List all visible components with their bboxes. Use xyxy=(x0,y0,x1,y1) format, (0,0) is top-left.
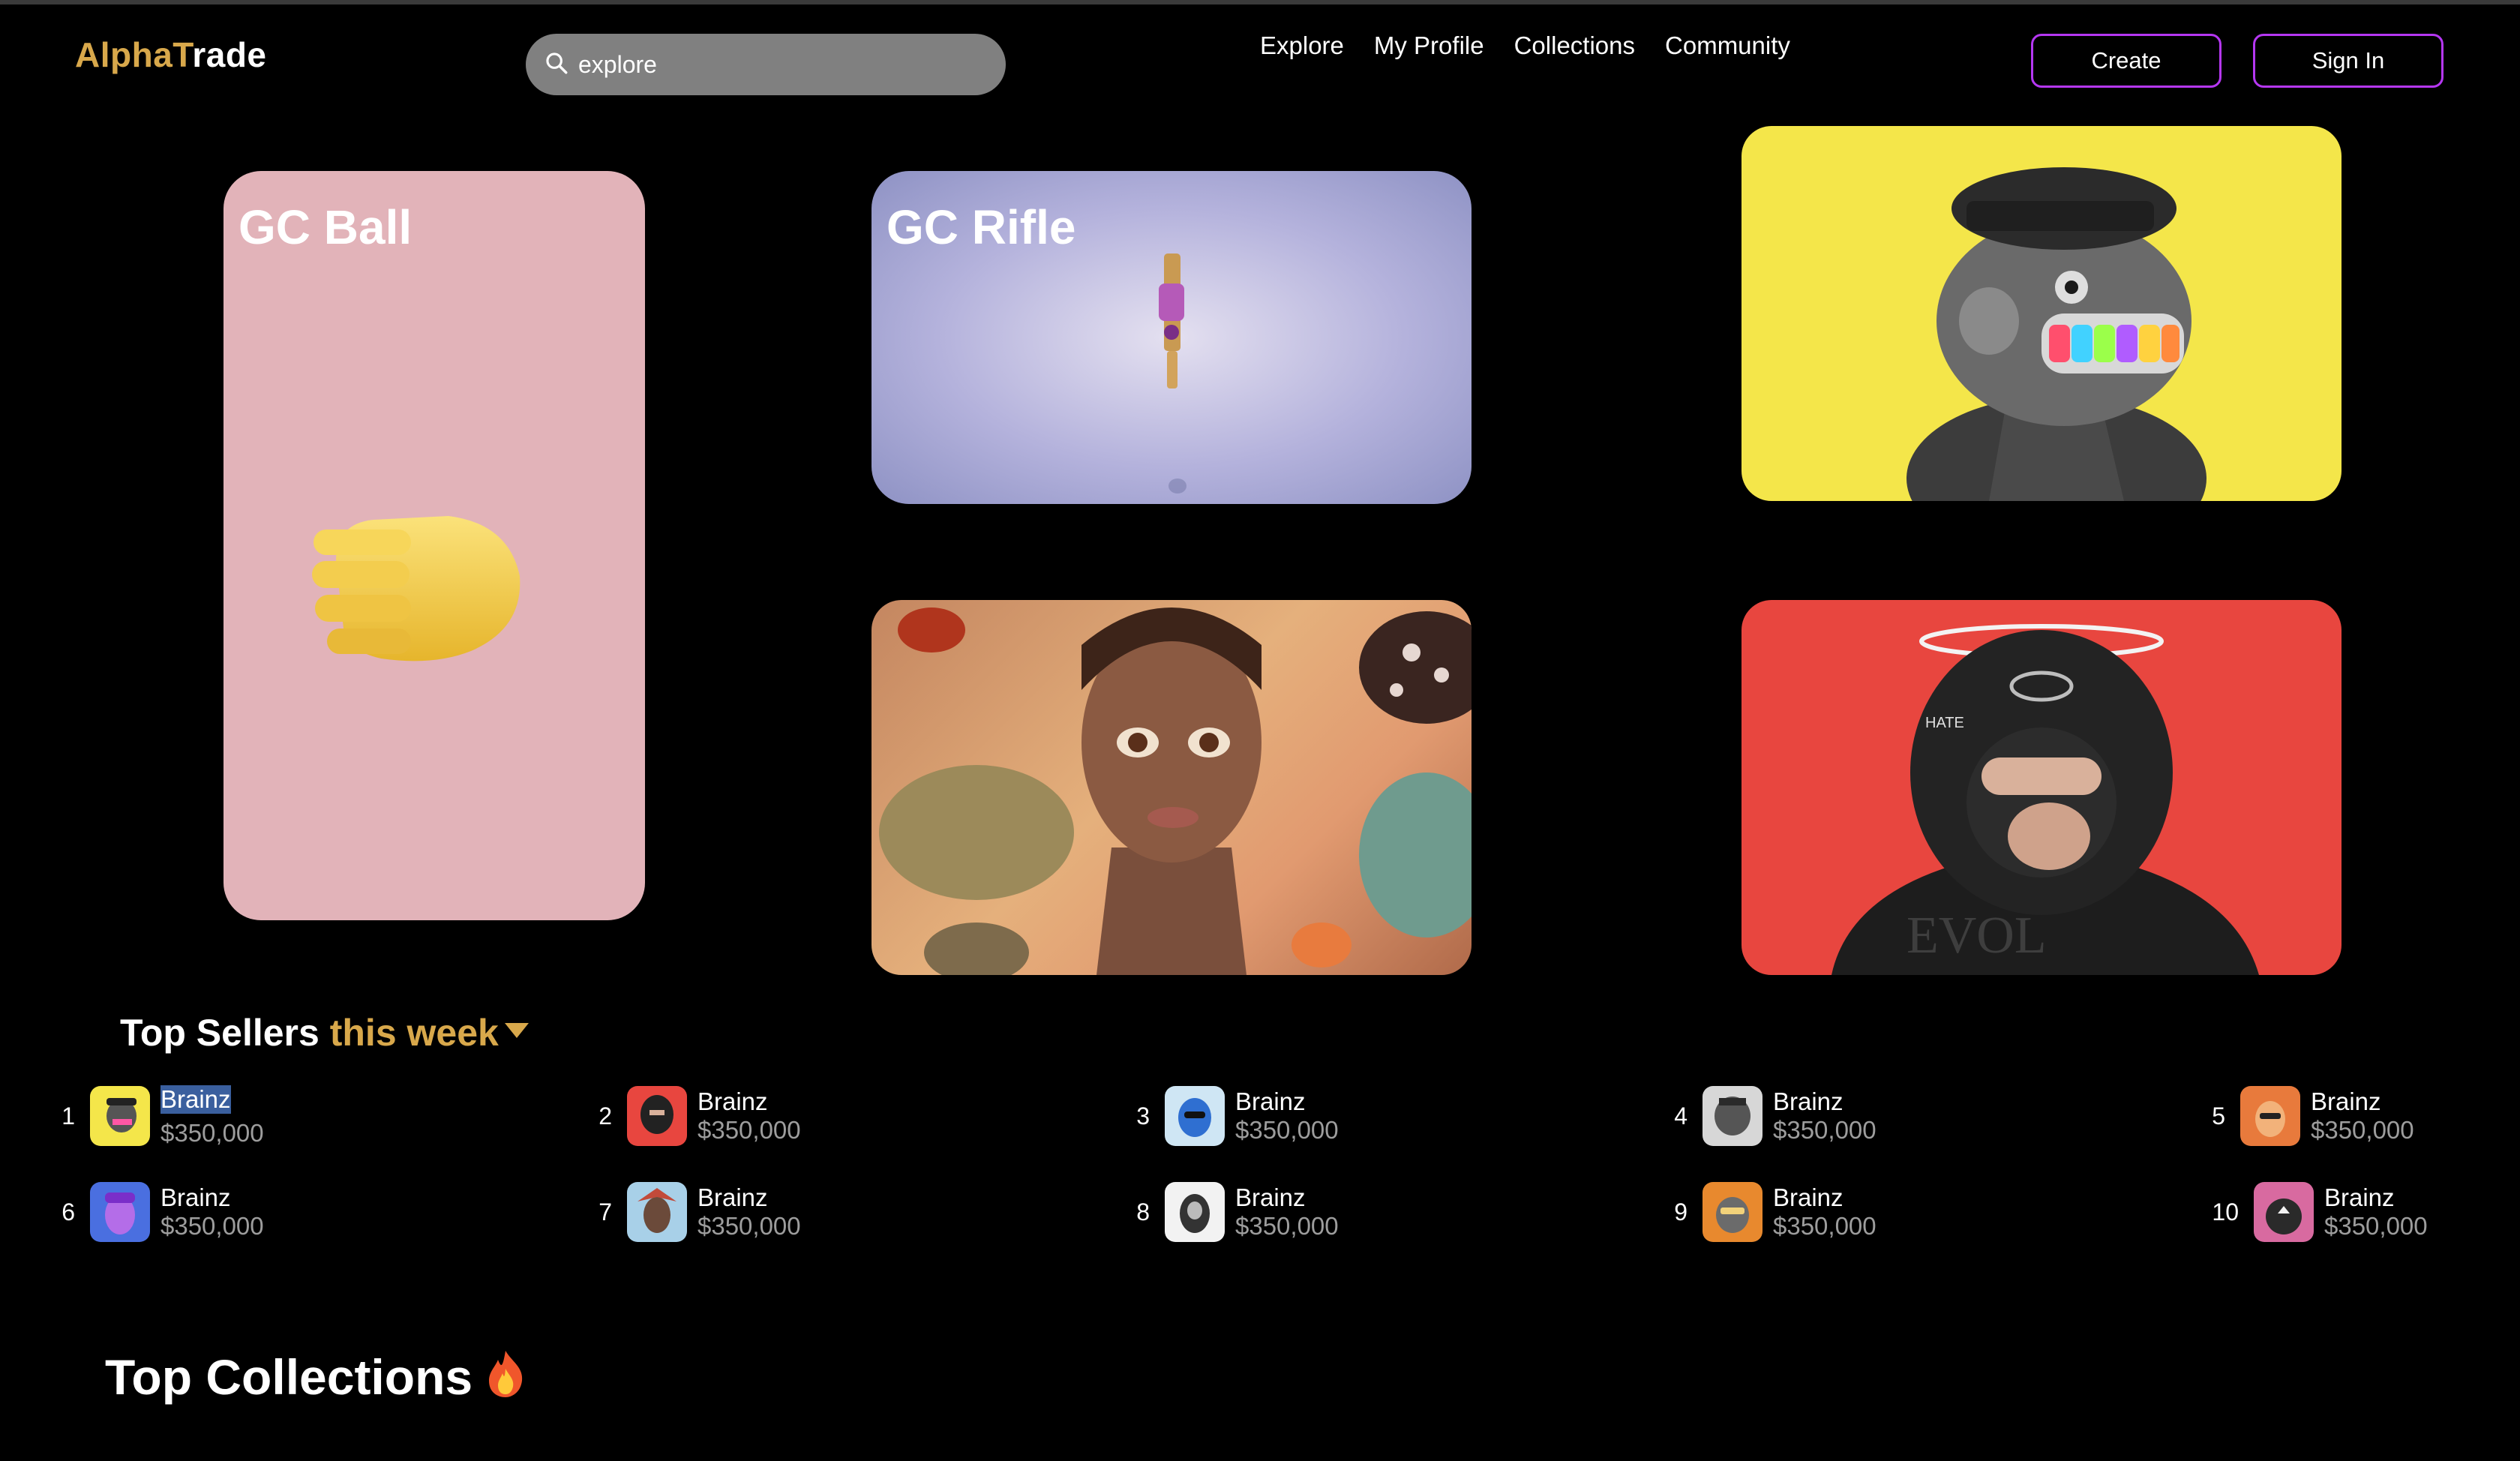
seller-item[interactable]: 7 Brainz $350,000 xyxy=(582,1180,801,1244)
svg-text:EVOL: EVOL xyxy=(1906,907,2047,964)
seller-name: Brainz xyxy=(1235,1184,1306,1211)
card-ape-nft[interactable] xyxy=(1742,126,2342,501)
seller-name: Brainz xyxy=(698,1088,768,1115)
nav-collections[interactable]: Collections xyxy=(1514,32,1635,60)
seller-price: $350,000 xyxy=(1773,1212,1876,1240)
top-sellers-title: Top Sellers xyxy=(120,1012,320,1054)
seller-item[interactable]: 8 Brainz $350,000 xyxy=(1120,1180,1339,1244)
seller-rank: 4 xyxy=(1674,1102,1688,1130)
seller-avatar xyxy=(2254,1182,2314,1242)
seller-rank: 1 xyxy=(62,1102,75,1130)
seller-item[interactable]: 5 Brainz $350,000 xyxy=(2195,1084,2414,1148)
card-gc-ball[interactable]: GC Ball xyxy=(224,171,645,920)
seller-name: Brainz xyxy=(1773,1184,1844,1211)
seller-price: $350,000 xyxy=(1235,1116,1339,1144)
seller-price: $350,000 xyxy=(698,1212,801,1240)
seller-rank: 6 xyxy=(62,1198,75,1226)
logo-part-rade: rade xyxy=(192,35,267,74)
top-collections-title: Top Collections xyxy=(105,1349,473,1405)
logo-part-alpha: Alpha xyxy=(75,35,173,74)
seller-avatar xyxy=(2240,1086,2300,1146)
seller-item[interactable]: 1 Brainz $350,000 xyxy=(45,1084,264,1148)
card-title: GC Ball xyxy=(238,200,412,254)
search-input[interactable] xyxy=(577,50,985,80)
seller-avatar xyxy=(627,1182,687,1242)
create-button[interactable]: Create xyxy=(2031,34,2222,88)
logo-part-t: T xyxy=(172,35,193,74)
top-sellers-heading[interactable]: Top Sellers this week xyxy=(120,1011,529,1054)
window-top-border xyxy=(0,0,2520,4)
seller-price: $350,000 xyxy=(2324,1212,2428,1240)
card-balaclava-nft[interactable]: HATE EVOL xyxy=(1742,600,2342,975)
seller-item[interactable]: 6 Brainz $350,000 xyxy=(45,1180,264,1244)
seller-item[interactable]: 3 Brainz $350,000 xyxy=(1120,1084,1339,1148)
seller-name: Brainz xyxy=(1773,1088,1844,1115)
seller-name: Brainz xyxy=(160,1084,231,1114)
seller-name: Brainz xyxy=(698,1184,768,1211)
seller-rank: 5 xyxy=(2212,1102,2225,1130)
nav-my-profile[interactable]: My Profile xyxy=(1374,32,1484,60)
top-collections-heading: Top Collections xyxy=(105,1348,526,1410)
search-bar[interactable] xyxy=(526,34,1006,95)
seller-price: $350,000 xyxy=(2311,1116,2414,1144)
nav-explore[interactable]: Explore xyxy=(1260,32,1344,60)
seller-price: $350,000 xyxy=(1235,1212,1339,1240)
seller-name: Brainz xyxy=(1235,1088,1306,1115)
seller-avatar xyxy=(627,1086,687,1146)
search-icon xyxy=(544,50,569,80)
seller-rank: 7 xyxy=(598,1198,612,1226)
girl-fish-nft-image xyxy=(879,608,1472,975)
seller-item[interactable]: 2 Brainz $350,000 xyxy=(582,1084,801,1148)
caret-down-icon[interactable] xyxy=(504,1023,529,1038)
seller-price: $350,000 xyxy=(160,1212,264,1240)
seller-avatar xyxy=(1165,1086,1225,1146)
seller-rank: 3 xyxy=(1136,1102,1150,1130)
top-sellers-period: this week xyxy=(329,1012,499,1054)
seller-price: $350,000 xyxy=(1773,1116,1876,1144)
seller-rank: 8 xyxy=(1136,1198,1150,1226)
seller-item[interactable]: 9 Brainz $350,000 xyxy=(1658,1180,1876,1244)
card-title: GC Rifle xyxy=(886,200,1076,254)
seller-name: Brainz xyxy=(2311,1088,2381,1115)
seller-name: Brainz xyxy=(2324,1184,2395,1211)
seller-avatar xyxy=(1165,1182,1225,1242)
balaclava-nft-image: HATE EVOL xyxy=(1832,624,2259,975)
seller-rank: 2 xyxy=(598,1102,612,1130)
seller-rank: 10 xyxy=(2212,1198,2239,1226)
seller-item[interactable]: 4 Brainz $350,000 xyxy=(1658,1084,1876,1148)
seller-item[interactable]: 10 Brainz $350,000 xyxy=(2209,1180,2428,1244)
ape-nft-image xyxy=(1906,167,2206,501)
seller-avatar xyxy=(1702,1086,1762,1146)
main-nav: Explore My Profile Collections Community xyxy=(1260,32,1790,60)
seller-price: $350,000 xyxy=(698,1116,801,1144)
card-girl-fish-nft[interactable] xyxy=(872,600,1472,975)
seller-price: $350,000 xyxy=(160,1118,264,1147)
seller-avatar xyxy=(1702,1182,1762,1242)
seller-avatar xyxy=(90,1182,150,1242)
logo[interactable]: AlphaTrade xyxy=(75,34,267,75)
nav-community[interactable]: Community xyxy=(1665,32,1790,60)
card-gc-rifle[interactable]: GC Rifle xyxy=(872,171,1472,504)
seller-avatar xyxy=(90,1086,150,1146)
hand-emoji-image xyxy=(312,516,520,662)
seller-rank: 9 xyxy=(1674,1198,1688,1226)
svg-text:HATE: HATE xyxy=(1925,715,1964,731)
seller-name: Brainz xyxy=(160,1184,231,1211)
sign-in-button[interactable]: Sign In xyxy=(2253,34,2444,88)
fire-icon xyxy=(484,1349,526,1410)
